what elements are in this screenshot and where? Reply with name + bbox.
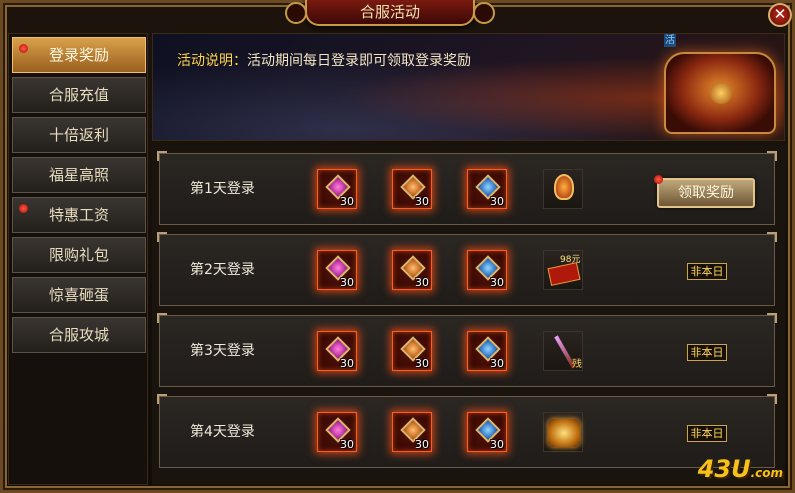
sidebar-item-label: 十倍返利 [48,126,109,144]
item-quantity: 30 [415,276,429,289]
item-quantity: 30 [415,195,429,208]
sidebar-item-lucky-star[interactable]: 福星高照 [12,157,146,193]
gold-chest-icon [548,419,580,447]
not-today-status: 非本日 [687,425,727,442]
reward-slot[interactable]: 30 [317,331,357,371]
day-label: 第2天登录 [190,262,255,278]
reward-slot[interactable]: 30 [467,412,507,452]
day-label: 第1天登录 [190,181,255,197]
notification-dot [19,44,28,53]
item-quantity: 30 [490,195,504,208]
item-quantity: 30 [340,276,354,289]
sidebar-item-label: 惊喜砸蛋 [48,286,109,304]
reward-slot[interactable]: 30 [392,169,432,209]
reward-slot[interactable]: 30 [467,331,507,371]
claim-button-label: 领取奖励 [678,185,734,201]
ticket-value: 98元 [560,255,581,265]
item-quantity: 30 [340,195,354,208]
item-quantity: 30 [340,438,354,451]
amulet-icon [554,174,574,200]
ticket-icon [547,262,581,286]
sidebar-item-label: 合服攻城 [48,326,109,344]
special-reward-slot[interactable] [543,169,583,209]
reward-row: 第2天登录 30 30 30 98元 非本日 [157,232,777,306]
reward-slot[interactable]: 30 [392,412,432,452]
treasure-chest-icon [664,52,776,134]
notification-dot [654,175,663,184]
item-quantity: 30 [490,438,504,451]
corner-tag: 活 [664,34,676,47]
special-reward-slot[interactable] [543,412,583,452]
sidebar-item-tenfold-rebate[interactable]: 十倍返利 [12,117,146,153]
reward-slot[interactable]: 30 [467,169,507,209]
sidebar-item-label: 限购礼包 [48,246,109,264]
sidebar-item-siege[interactable]: 合服攻城 [12,317,146,353]
day-label: 第4天登录 [190,424,255,440]
window-title: 合服活动 [285,0,495,26]
not-today-status: 非本日 [687,344,727,361]
reward-slot[interactable]: 30 [317,250,357,290]
description-text: 活动期间每日登录即可领取登录奖励 [247,53,471,69]
sidebar-item-special-salary[interactable]: 特惠工资 [12,197,146,233]
item-quantity: 30 [490,357,504,370]
special-reward-slot[interactable]: 98元 [543,250,583,290]
item-quantity: 30 [340,357,354,370]
description-label: 活动说明： [177,53,247,69]
sidebar-item-label: 特惠工资 [48,206,109,224]
reward-row: 第3天登录 30 30 30 残 非本日 [157,313,777,387]
reward-slot[interactable]: 30 [392,250,432,290]
sidebar-item-merge-recharge[interactable]: 合服充值 [12,77,146,113]
sidebar-item-label: 福星高照 [48,166,109,184]
sidebar-item-surprise-egg[interactable]: 惊喜砸蛋 [12,277,146,313]
sidebar-item-label: 合服充值 [48,86,109,104]
watermark-suffix: .com [750,466,783,480]
item-quantity: 30 [490,276,504,289]
reward-slot[interactable]: 30 [392,331,432,371]
sidebar-item-limited-pack[interactable]: 限购礼包 [12,237,146,273]
item-quantity: 30 [415,438,429,451]
day-label: 第3天登录 [190,343,255,359]
close-icon[interactable]: ✕ [768,3,792,27]
sidebar: 登录奖励 合服充值 十倍返利 福星高照 特惠工资 限购礼包 惊喜砸蛋 合服攻城 [8,33,148,485]
activity-description: 活动说明：活动期间每日登录即可领取登录奖励 [177,50,471,70]
item-quantity: 30 [415,357,429,370]
sidebar-item-label: 登录奖励 [48,46,109,64]
not-today-status: 非本日 [687,263,727,280]
reward-slot[interactable]: 30 [467,250,507,290]
sidebar-item-login-reward[interactable]: 登录奖励 [12,37,146,73]
reward-slot[interactable]: 30 [317,412,357,452]
reward-row: 第4天登录 30 30 30 非本日 [157,394,777,468]
activity-banner: 活动说明：活动期间每日登录即可领取登录奖励 活 [152,33,785,141]
claim-reward-button[interactable]: 领取奖励 [654,175,755,208]
reward-slot[interactable]: 30 [317,169,357,209]
special-reward-slot[interactable]: 残 [543,331,583,371]
watermark-main: 43U [697,455,751,483]
reward-row: 第1天登录 30 30 30 领取奖励 [157,151,777,225]
notification-dot [19,204,28,213]
reward-list: 第1天登录 30 30 30 领取奖励 第2天登录 30 30 30 98元 非… [152,145,785,485]
site-watermark-logo: 43U.com [698,455,783,483]
fragment-label: 残 [572,359,582,370]
